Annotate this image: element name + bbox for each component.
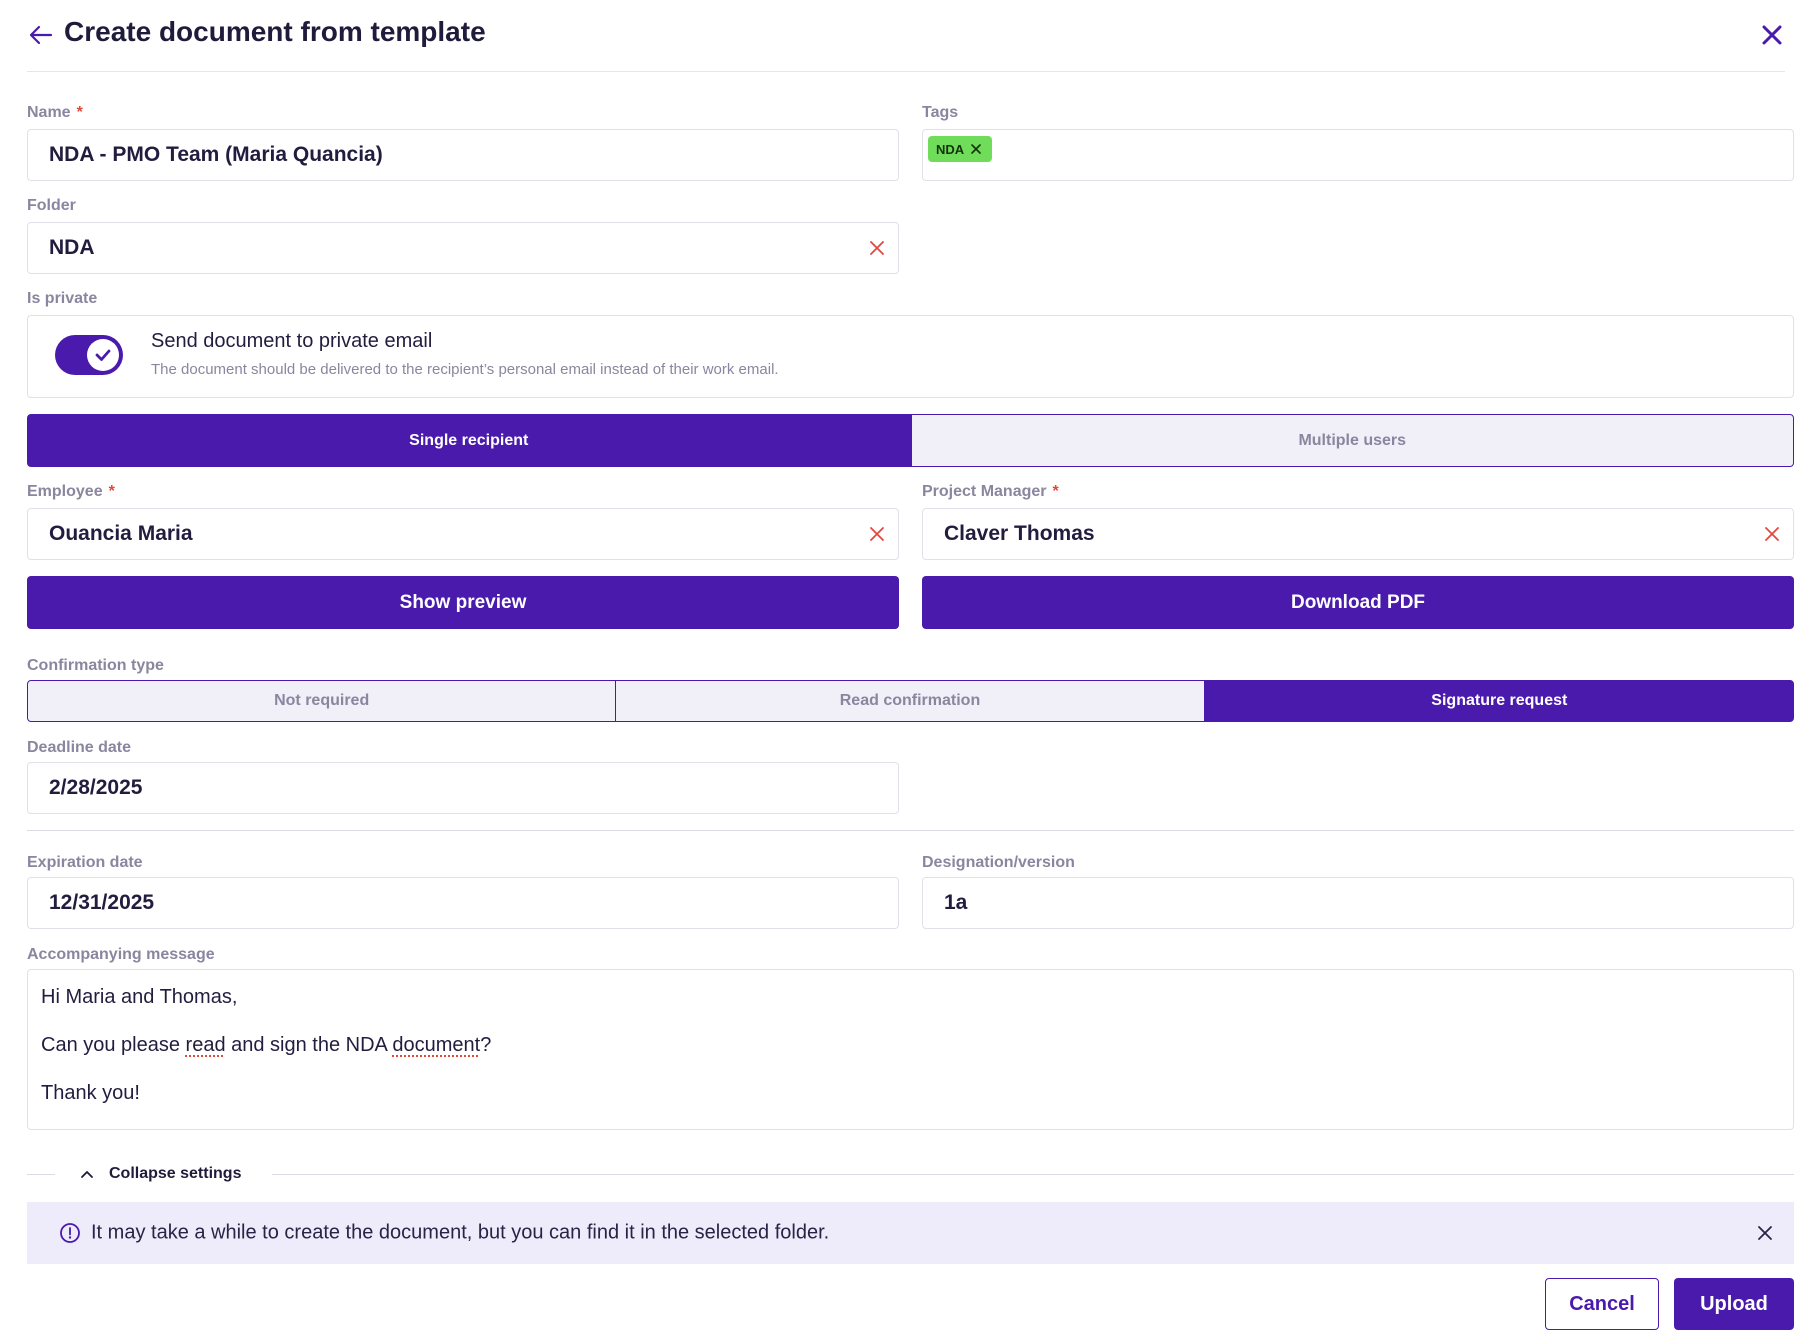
chevron-up-icon	[81, 1171, 93, 1178]
collapse-settings-label: Collapse settings	[109, 1165, 242, 1182]
multiple-users-option[interactable]: Multiple users	[910, 414, 1794, 467]
deadline-date-field[interactable]: 2/28/2025	[27, 762, 899, 814]
dialog-title: Create document from template	[64, 16, 486, 47]
single-recipient-option[interactable]: Single recipient	[27, 414, 911, 467]
accompanying-message-label: Accompanying message	[27, 946, 215, 963]
required-asterisk: *	[1052, 483, 1059, 500]
toggle-knob	[87, 339, 119, 371]
employee-label: Employee *	[27, 483, 115, 500]
message-line: Thank you!	[41, 1082, 140, 1104]
info-icon	[60, 1223, 80, 1243]
collapse-divider-right	[272, 1174, 1794, 1175]
folder-field[interactable]: NDA	[27, 222, 899, 274]
clear-project-manager-icon[interactable]	[1761, 523, 1783, 545]
not-required-option[interactable]: Not required	[27, 680, 617, 722]
expiration-date-label: Expiration date	[27, 854, 143, 871]
dialog-header: Create document from template	[27, 0, 1785, 72]
tag-label: NDA	[936, 141, 965, 157]
signature-request-option[interactable]: Signature request	[1204, 680, 1794, 722]
folder-label: Folder	[27, 197, 76, 214]
deadline-date-value: 2/28/2025	[49, 776, 143, 799]
employee-value: Ouancia Maria	[49, 522, 193, 545]
expiration-date-value: 12/31/2025	[49, 891, 155, 914]
check-icon	[95, 349, 111, 361]
project-manager-value: Claver Thomas	[944, 522, 1095, 545]
required-asterisk: *	[76, 104, 83, 121]
upload-button[interactable]: Upload	[1674, 1278, 1794, 1330]
deadline-date-label: Deadline date	[27, 739, 132, 756]
folder-value: NDA	[49, 236, 95, 259]
project-manager-label: Project Manager *	[922, 483, 1059, 500]
confirmation-type-selector: Not required Read confirmation Signature…	[27, 680, 1794, 722]
employee-field[interactable]: Ouancia Maria	[27, 508, 899, 560]
tags-label: Tags	[922, 104, 959, 121]
expiration-date-field[interactable]: 12/31/2025	[27, 877, 899, 929]
info-banner: It may take a while to create the docume…	[27, 1202, 1794, 1264]
info-banner-text: It may take a while to create the docume…	[91, 1221, 830, 1244]
collapse-settings-toggle[interactable]: Collapse settings	[79, 1163, 241, 1185]
clear-folder-icon[interactable]	[866, 237, 888, 259]
designation-label: Designation/version	[922, 854, 1075, 871]
section-divider	[27, 830, 1794, 831]
designation-value: 1a	[944, 891, 968, 914]
message-line: Hi Maria and Thomas,	[41, 986, 238, 1008]
clear-employee-icon[interactable]	[866, 523, 888, 545]
back-arrow-icon[interactable]	[27, 21, 55, 49]
required-asterisk: *	[108, 483, 115, 500]
project-manager-field[interactable]: Claver Thomas	[922, 508, 1794, 560]
confirmation-type-label: Confirmation type	[27, 657, 164, 674]
is-private-label: Is private	[27, 290, 98, 307]
private-email-title: Send document to private email	[151, 330, 433, 352]
name-value: NDA - PMO Team (Maria Quancia)	[49, 143, 383, 166]
private-email-toggle[interactable]	[55, 335, 123, 375]
cancel-button[interactable]: Cancel	[1545, 1278, 1659, 1330]
show-preview-button[interactable]: Show preview	[27, 576, 899, 629]
dismiss-banner-icon[interactable]	[1756, 1224, 1774, 1242]
name-field[interactable]: NDA - PMO Team (Maria Quancia)	[27, 129, 899, 181]
private-email-option: Send document to private email The docum…	[27, 315, 1794, 398]
accompanying-message-textarea[interactable]: Hi Maria and Thomas, Can you please read…	[27, 969, 1794, 1130]
remove-tag-icon[interactable]	[970, 143, 982, 155]
collapse-divider-left	[27, 1174, 55, 1175]
tags-field[interactable]: NDA	[922, 129, 1794, 181]
private-email-description: The document should be delivered to the …	[151, 361, 779, 378]
download-pdf-button[interactable]: Download PDF	[922, 576, 1794, 629]
tag-chip: NDA	[928, 136, 993, 162]
read-confirmation-option[interactable]: Read confirmation	[616, 680, 1205, 722]
name-label: Name *	[27, 104, 83, 121]
close-icon[interactable]	[1759, 22, 1785, 48]
designation-field[interactable]: 1a	[922, 877, 1794, 929]
recipient-mode-selector: Single recipient Multiple users	[27, 414, 1794, 467]
message-line: Can you please read and sign the NDA doc…	[41, 1034, 492, 1056]
